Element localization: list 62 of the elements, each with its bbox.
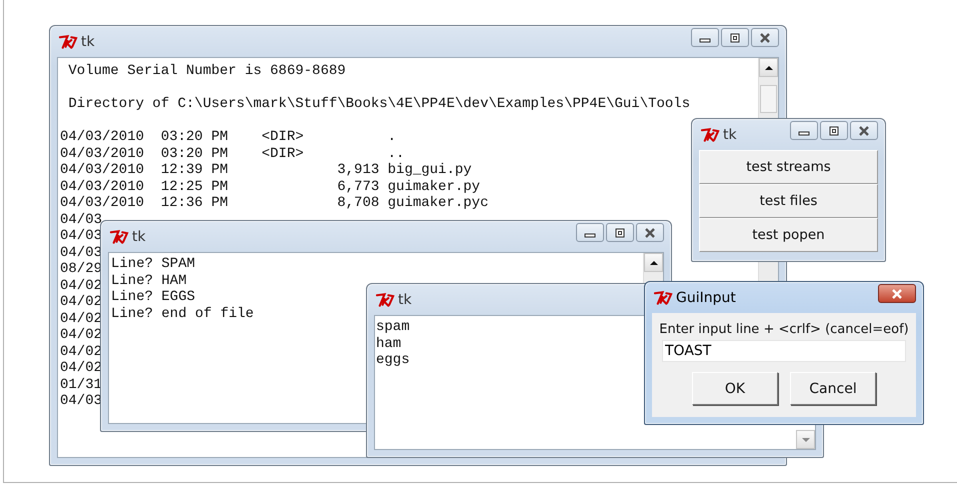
text-line: 04/03 bbox=[60, 393, 102, 410]
action-button[interactable]: test streams bbox=[699, 150, 878, 184]
minimize-button[interactable] bbox=[576, 223, 604, 242]
text-line: 04/03/2010 12:36 PM 8,708 guimaker.pyc bbox=[60, 195, 488, 212]
close-button[interactable] bbox=[878, 284, 916, 303]
text-line: Volume Serial Number is 6869-8689 bbox=[67, 63, 346, 80]
maximize-icon bbox=[613, 228, 627, 238]
down-arrow-icon bbox=[800, 436, 810, 442]
maximize-button[interactable] bbox=[820, 121, 848, 140]
maximize-button[interactable] bbox=[606, 223, 634, 242]
text-line: Line? EGGS bbox=[111, 289, 196, 306]
close-icon bbox=[857, 126, 871, 136]
text-line: 01/31 bbox=[60, 376, 102, 393]
action-button[interactable]: test files bbox=[699, 184, 878, 218]
text-line: 04/03/2010 03:20 PM <DIR> .. bbox=[60, 146, 404, 162]
window-title: tk bbox=[81, 34, 95, 50]
text-line: spam bbox=[376, 319, 410, 336]
text-line: Line? HAM bbox=[111, 272, 187, 289]
text-line: Line? SPAM bbox=[111, 256, 196, 272]
text-line: 04/03/2010 12:39 PM 3,913 big_gui.py bbox=[60, 162, 472, 178]
close-button[interactable] bbox=[751, 28, 779, 47]
text-line: 04/03/2010 03:20 PM <DIR> . bbox=[60, 129, 396, 146]
text-line: 04/02 bbox=[60, 327, 102, 344]
maximize-icon bbox=[728, 32, 742, 42]
text-line: 04/02 bbox=[60, 278, 102, 294]
text-line: 04/03 bbox=[60, 212, 102, 228]
text-line: 04/03/2010 12:25 PM 6,773 guimaker.py bbox=[60, 178, 480, 195]
minimize-button[interactable] bbox=[691, 28, 719, 47]
close-button[interactable] bbox=[850, 121, 878, 140]
window-title: GuiInput bbox=[676, 290, 736, 306]
dialog-button[interactable]: OK bbox=[692, 372, 778, 405]
text-line: 04/02 bbox=[60, 360, 102, 376]
maximize-button[interactable] bbox=[721, 28, 749, 47]
text-line: 04/02 bbox=[60, 310, 102, 327]
close-icon bbox=[643, 228, 657, 238]
text-line: Line? end of file bbox=[111, 306, 254, 322]
text-line: 04/02 bbox=[60, 294, 102, 310]
prompt-label: Enter input line + <crlf> (cancel=eof) bbox=[659, 322, 909, 337]
close-button[interactable] bbox=[636, 223, 664, 242]
text-line: ham bbox=[376, 336, 402, 352]
text-line: Directory of C:\Users\mark\Stuff\Books\4E\PP4E\dev\Examples\PP4E\Gui\Tools bbox=[67, 96, 690, 112]
window-title: tk bbox=[132, 228, 146, 244]
maximize-icon bbox=[827, 126, 841, 136]
scroll-down-button[interactable] bbox=[796, 430, 815, 449]
scroll-thumb[interactable] bbox=[760, 85, 777, 113]
up-arrow-icon bbox=[764, 64, 774, 70]
text-line: eggs bbox=[376, 352, 410, 368]
close-icon bbox=[890, 288, 904, 298]
scroll-up-button[interactable] bbox=[644, 253, 663, 272]
up-arrow-icon bbox=[648, 260, 658, 266]
text-line: 04/03 bbox=[60, 244, 102, 261]
action-button[interactable]: test popen bbox=[699, 218, 878, 252]
close-icon bbox=[758, 32, 772, 42]
scroll-up-button[interactable] bbox=[759, 58, 778, 77]
input-field[interactable]: TOAST bbox=[662, 340, 906, 362]
dialog-button[interactable]: Cancel bbox=[790, 372, 876, 405]
window-title: tk bbox=[723, 126, 737, 142]
window-title: tk bbox=[398, 292, 412, 308]
text-line: 04/03 bbox=[60, 228, 102, 244]
text-line: 08/29 bbox=[60, 261, 102, 278]
text-line: 04/02 bbox=[60, 344, 102, 360]
minimize-button[interactable] bbox=[790, 121, 818, 140]
